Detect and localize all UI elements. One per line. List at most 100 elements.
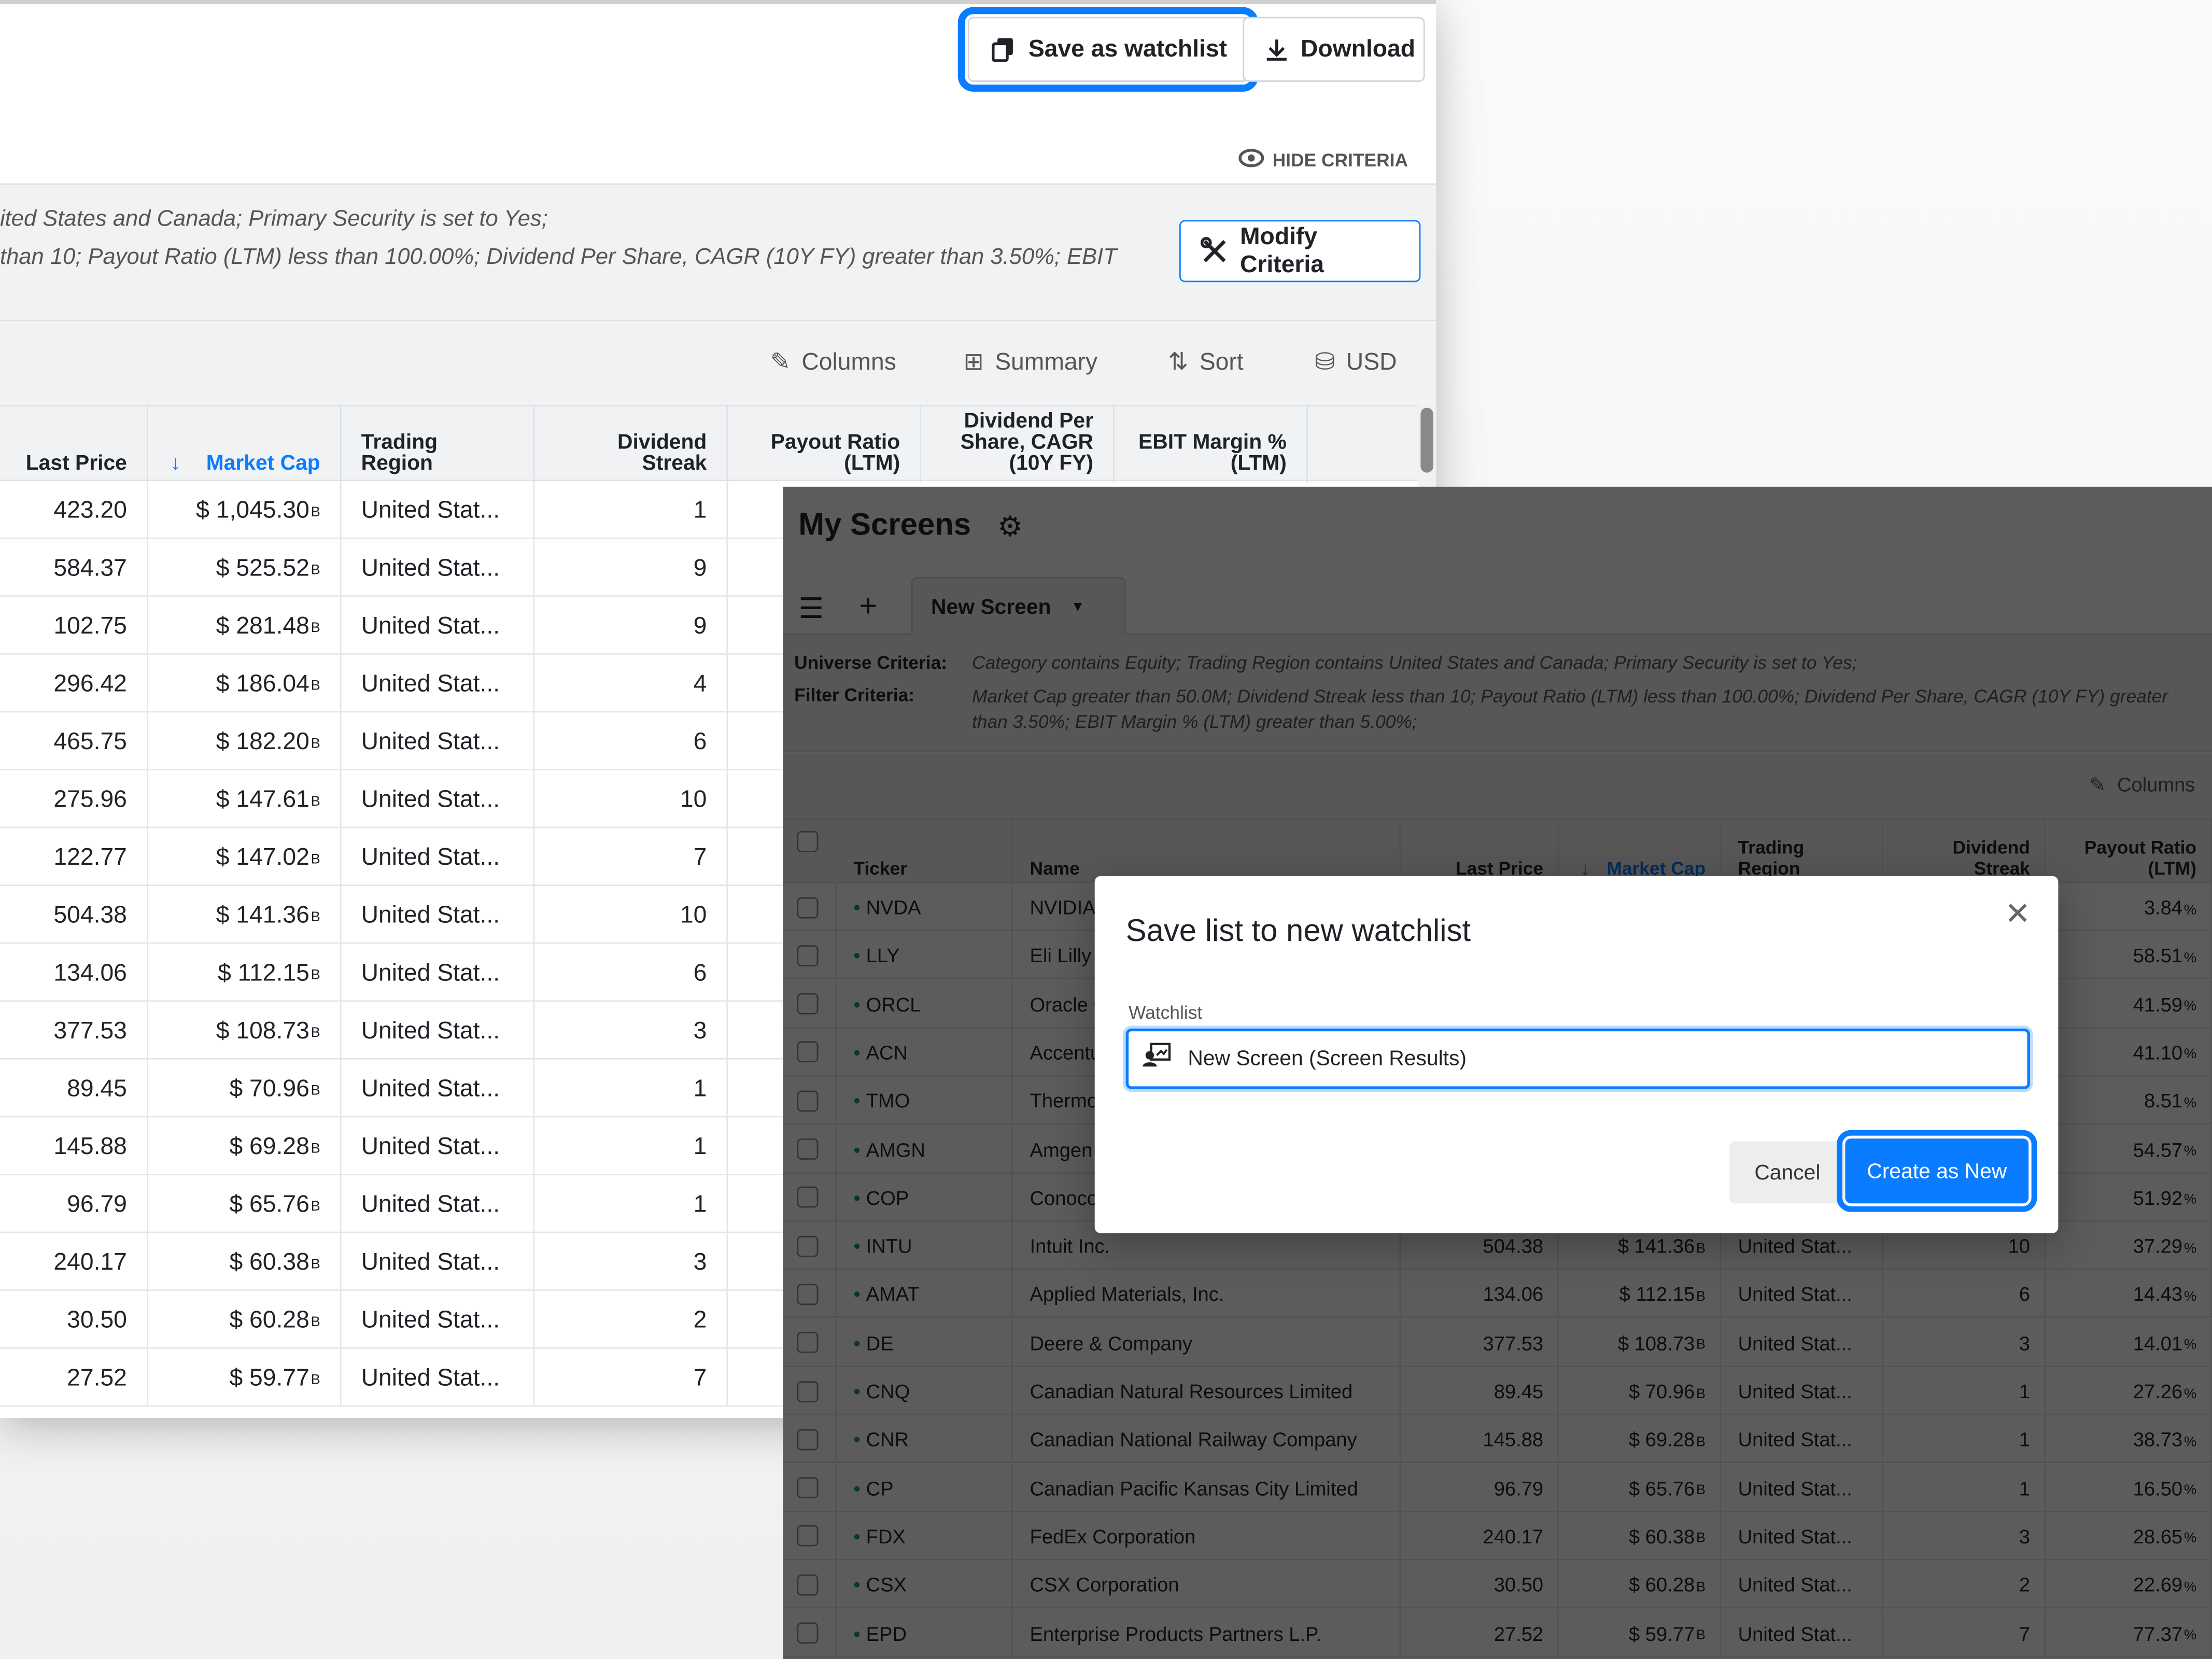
modify-criteria-button[interactable]: Modify Criteria [1179,220,1421,283]
cell-trading-region: United Stat... [342,481,535,539]
table-row[interactable]: • CNQ Canadian Natural Resources Limited … [783,1367,2212,1415]
header-last-price[interactable]: Last Price [1401,820,1559,885]
cell-ticker[interactable]: • DE [837,1318,1013,1367]
row-checkbox[interactable] [783,1464,837,1512]
cell-ticker[interactable]: • FDX [837,1512,1013,1560]
menu-icon[interactable]: ☰ [798,591,824,626]
row-checkbox[interactable] [783,1076,837,1125]
row-checkbox[interactable] [783,1221,837,1270]
watchlist-name-input[interactable]: New Screen (Screen Results) [1125,1028,2030,1089]
cell-ticker[interactable]: • INTU [837,1221,1013,1270]
table-row[interactable]: • CP Canadian Pacific Kansas City Limited… [783,1464,2212,1512]
create-as-new-button[interactable]: Create as New [1837,1130,2037,1212]
row-checkbox[interactable] [783,1609,837,1657]
header-market-cap[interactable]: ↓ Market Cap [148,406,342,483]
status-dot-icon: • [853,1525,861,1548]
row-checkbox[interactable] [783,1318,837,1367]
payout-value: 58.51 [2133,944,2183,967]
unit-suffix: B [1696,1580,1706,1595]
percent-suffix: % [2183,1386,2197,1402]
filter-criteria-label: Filter Criteria: [794,684,915,706]
header-ticker[interactable]: Ticker [837,820,1013,885]
row-checkbox[interactable] [783,1173,837,1222]
row-checkbox[interactable] [783,1125,837,1173]
row-checkbox[interactable] [783,980,837,1028]
ticker-value: ORCL [866,992,921,1016]
row-checkbox[interactable] [783,1270,837,1318]
table-row[interactable]: • DE Deere & Company 377.53 $ 108.73 B Uni… [783,1318,2212,1367]
cell-payout-ratio: 41.10% [2046,1028,2212,1077]
table-row[interactable]: • CNR Canadian National Railway Company 1… [783,1415,2212,1464]
cancel-button[interactable]: Cancel [1729,1141,1845,1204]
header-trading-region[interactable]: Trading Region [342,406,535,483]
columns-button[interactable]: ✎ Columns [2089,773,2195,797]
currency-button[interactable]: ⛁ USD [1315,348,1397,376]
cell-ticker[interactable]: • COP [837,1173,1013,1222]
table-row[interactable]: • EPD Enterprise Products Partners L.P. 2… [783,1609,2212,1657]
cell-ticker[interactable]: • ACN [837,1028,1013,1077]
cell-ticker[interactable]: • AMGN [837,1125,1013,1173]
cell-ticker[interactable]: • LLY [837,931,1013,980]
row-checkbox[interactable] [783,1367,837,1415]
cell-ticker[interactable]: • CNQ [837,1367,1013,1415]
filter-criteria-text: than 10; Payout Ratio (LTM) less than 10… [0,245,1117,270]
row-checkbox[interactable] [783,883,837,932]
tab-new-screen[interactable]: New Screen ▼ [911,577,1126,635]
payout-value: 54.57 [2133,1137,2183,1161]
summary-button[interactable]: ⊞ Summary [964,348,1097,376]
cell-trading-region: United Stat... [342,539,535,597]
save-as-watchlist-button[interactable]: Save as watchlist [957,7,1258,92]
header-dividend-streak[interactable]: Dividend Streak [534,406,728,483]
close-icon[interactable]: ✕ [2005,896,2031,933]
cell-ticker[interactable]: • EPD [837,1609,1013,1657]
row-checkbox[interactable] [783,1512,837,1560]
header-trading-region[interactable]: Trading Region [1721,820,1883,885]
cell-dividend-streak: 7 [1883,1609,2046,1657]
sort-button[interactable]: ⇅ Sort [1168,348,1243,376]
market-cap-value: $ 112.15 [1619,1283,1695,1306]
cell-payout-ratio: 37.29% [2046,1221,2212,1270]
add-screen-icon[interactable]: + [859,588,877,625]
hide-criteria-toggle[interactable]: HIDE CRITERIA [1238,148,1408,172]
scrollbar-thumb[interactable] [1420,407,1433,473]
percent-suffix: % [2183,1192,2197,1208]
row-checkbox[interactable] [783,1415,837,1464]
cell-ticker[interactable]: • TMO [837,1076,1013,1125]
market-cap-value: $ 70.96 [1629,1380,1695,1402]
cell-last-price: 96.79 [0,1175,148,1233]
header-dps-cagr[interactable]: Dividend Per Share, CAGR (10Y FY) [921,406,1115,483]
table-row[interactable]: • CSX CSX Corporation 30.50 $ 60.28 B Unit… [783,1560,2212,1609]
percent-suffix: % [2183,999,2197,1015]
cell-ticker[interactable]: • ORCL [837,980,1013,1028]
cell-trading-region: United Stat... [1721,1318,1883,1367]
select-all-checkbox[interactable] [783,808,836,873]
header-payout-ratio[interactable]: Payout Ratio (LTM) [2046,820,2212,885]
table-row[interactable]: • FDX FedEx Corporation 240.17 $ 60.38 B U… [783,1512,2212,1560]
cell-ticker[interactable]: • CNR [837,1415,1013,1464]
market-cap-value: $ 108.73 [216,1016,309,1044]
cell-dividend-streak: 6 [1883,1270,2046,1318]
cell-dividend-streak: 9 [534,597,728,655]
cell-ticker[interactable]: • CSX [837,1560,1013,1609]
table-row[interactable]: • AMAT Applied Materials, Inc. 134.06 $ 1… [783,1270,2212,1318]
cell-last-price: 89.45 [1401,1367,1559,1415]
ticker-value: AMAT [866,1283,920,1306]
cell-ticker[interactable]: • AMAT [837,1270,1013,1318]
row-checkbox[interactable] [783,1028,837,1077]
header-name[interactable]: Name [1013,820,1401,885]
percent-suffix: % [2183,1483,2197,1499]
header-last-price[interactable]: Last Price [0,406,148,483]
columns-button[interactable]: ✎ Columns [770,348,896,376]
row-checkbox[interactable] [783,931,837,980]
download-button[interactable]: Download [1243,17,1425,82]
row-checkbox[interactable] [783,1560,837,1609]
unit-suffix: B [1696,1289,1706,1305]
header-dividend-streak[interactable]: Dividend Streak [1883,820,2046,885]
cell-ticker[interactable]: • NVDA [837,883,1013,932]
header-market-cap[interactable]: ↓ Market Cap [1559,820,1721,885]
header-ebit-margin[interactable]: EBIT Margin % (LTM) [1115,406,1308,483]
header-payout-ratio[interactable]: Payout Ratio (LTM) [728,406,922,483]
cell-name: Canadian Natural Resources Limited [1013,1367,1401,1415]
cell-ticker[interactable]: • CP [837,1464,1013,1512]
gear-icon[interactable]: ⚙ [997,509,1023,544]
